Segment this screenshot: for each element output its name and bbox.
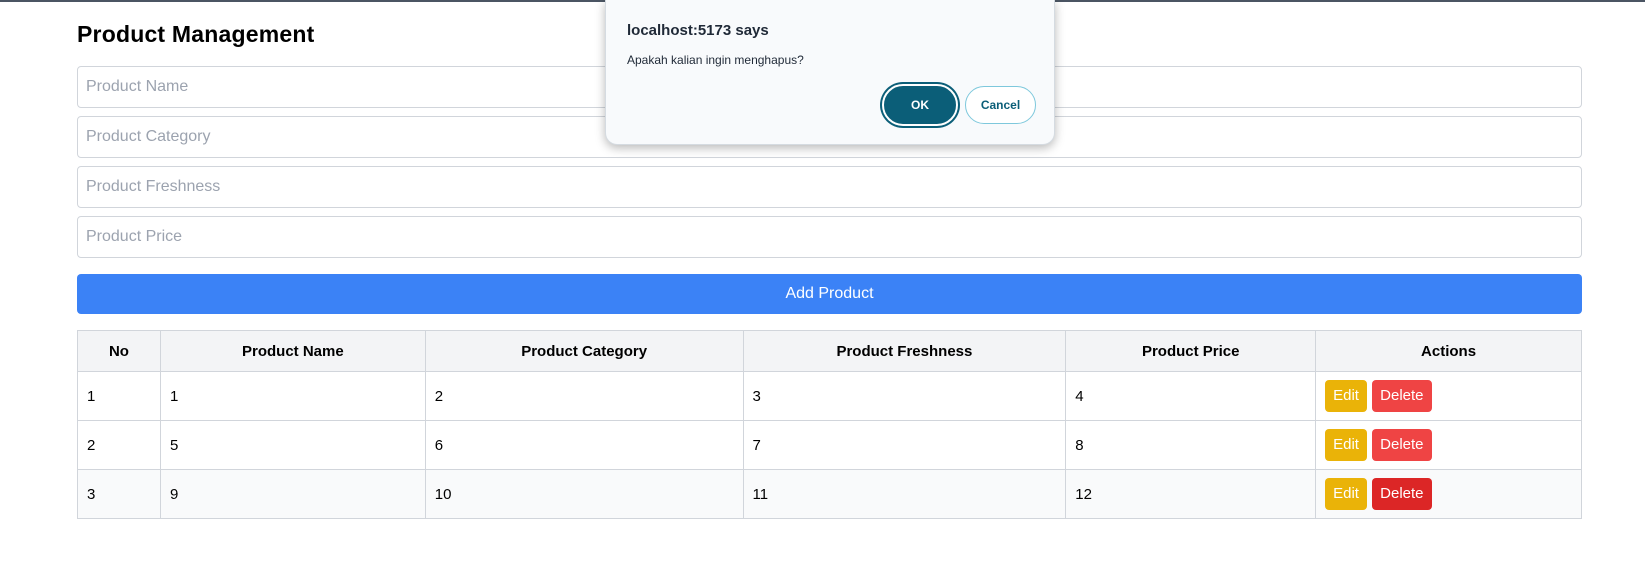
dialog-title: localhost:5173 says — [627, 22, 769, 39]
cell-product-category: 10 — [424, 469, 744, 519]
cell-product-category: 2 — [424, 371, 744, 421]
delete-button[interactable]: Delete — [1372, 478, 1432, 510]
cell-no: 2 — [77, 420, 161, 470]
cell-product-freshness: 11 — [742, 469, 1067, 519]
header-product-name: Product Name — [159, 330, 426, 372]
cell-actions: Edit Delete — [1315, 469, 1582, 519]
cell-actions: Edit Delete — [1315, 420, 1582, 470]
page-title: Product Management — [77, 21, 315, 47]
product-price-input[interactable] — [77, 216, 1582, 258]
table-row: 2 5 6 7 8 Edit Delete — [77, 420, 1582, 470]
cell-product-freshness: 3 — [742, 371, 1067, 421]
header-no: No — [77, 330, 161, 372]
cell-product-name: 1 — [159, 371, 426, 421]
header-product-category: Product Category — [424, 330, 744, 372]
dialog-ok-button[interactable]: OK — [882, 84, 958, 126]
table-row: 3 9 10 11 12 Edit Delete — [77, 469, 1582, 519]
header-actions: Actions — [1315, 330, 1582, 372]
delete-button[interactable]: Delete — [1372, 429, 1432, 461]
cell-no: 1 — [77, 371, 161, 421]
edit-button[interactable]: Edit — [1325, 429, 1367, 461]
dialog-message: Apakah kalian ingin menghapus? — [627, 53, 804, 67]
cell-product-price: 12 — [1065, 469, 1317, 519]
cell-product-price: 8 — [1065, 420, 1317, 470]
product-freshness-input[interactable] — [77, 166, 1582, 208]
cell-actions: Edit Delete — [1315, 371, 1582, 421]
confirm-dialog: localhost:5173 says Apakah kalian ingin … — [605, 0, 1055, 145]
header-product-price: Product Price — [1065, 330, 1317, 372]
products-table: No Product Name Product Category Product… — [77, 330, 1582, 519]
add-product-button[interactable]: Add Product — [77, 274, 1582, 314]
table-row: 1 1 2 3 4 Edit Delete — [77, 371, 1582, 421]
header-product-freshness: Product Freshness — [742, 330, 1067, 372]
cell-product-name: 9 — [159, 469, 426, 519]
cell-product-name: 5 — [159, 420, 426, 470]
edit-button[interactable]: Edit — [1325, 380, 1367, 412]
edit-button[interactable]: Edit — [1325, 478, 1367, 510]
cell-no: 3 — [77, 469, 161, 519]
table-header-row: No Product Name Product Category Product… — [77, 330, 1582, 372]
cell-product-category: 6 — [424, 420, 744, 470]
delete-button[interactable]: Delete — [1372, 380, 1432, 412]
cell-product-price: 4 — [1065, 371, 1317, 421]
dialog-cancel-button[interactable]: Cancel — [965, 86, 1036, 124]
cell-product-freshness: 7 — [742, 420, 1067, 470]
